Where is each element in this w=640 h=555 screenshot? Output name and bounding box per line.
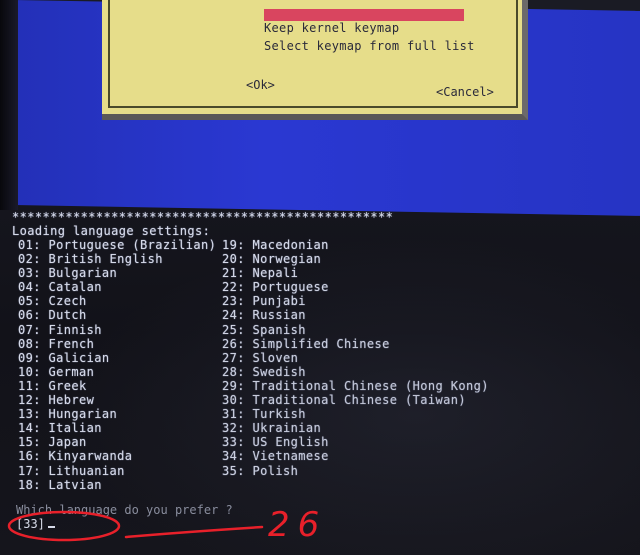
terminal-screen: Keep kernel keymap Select keymap from fu… <box>0 0 640 555</box>
circle-mark <box>7 510 121 542</box>
underline-stroke <box>124 525 264 539</box>
handwritten-number: 26 <box>268 505 327 545</box>
handwritten-annotation: 26 <box>7 505 327 545</box>
